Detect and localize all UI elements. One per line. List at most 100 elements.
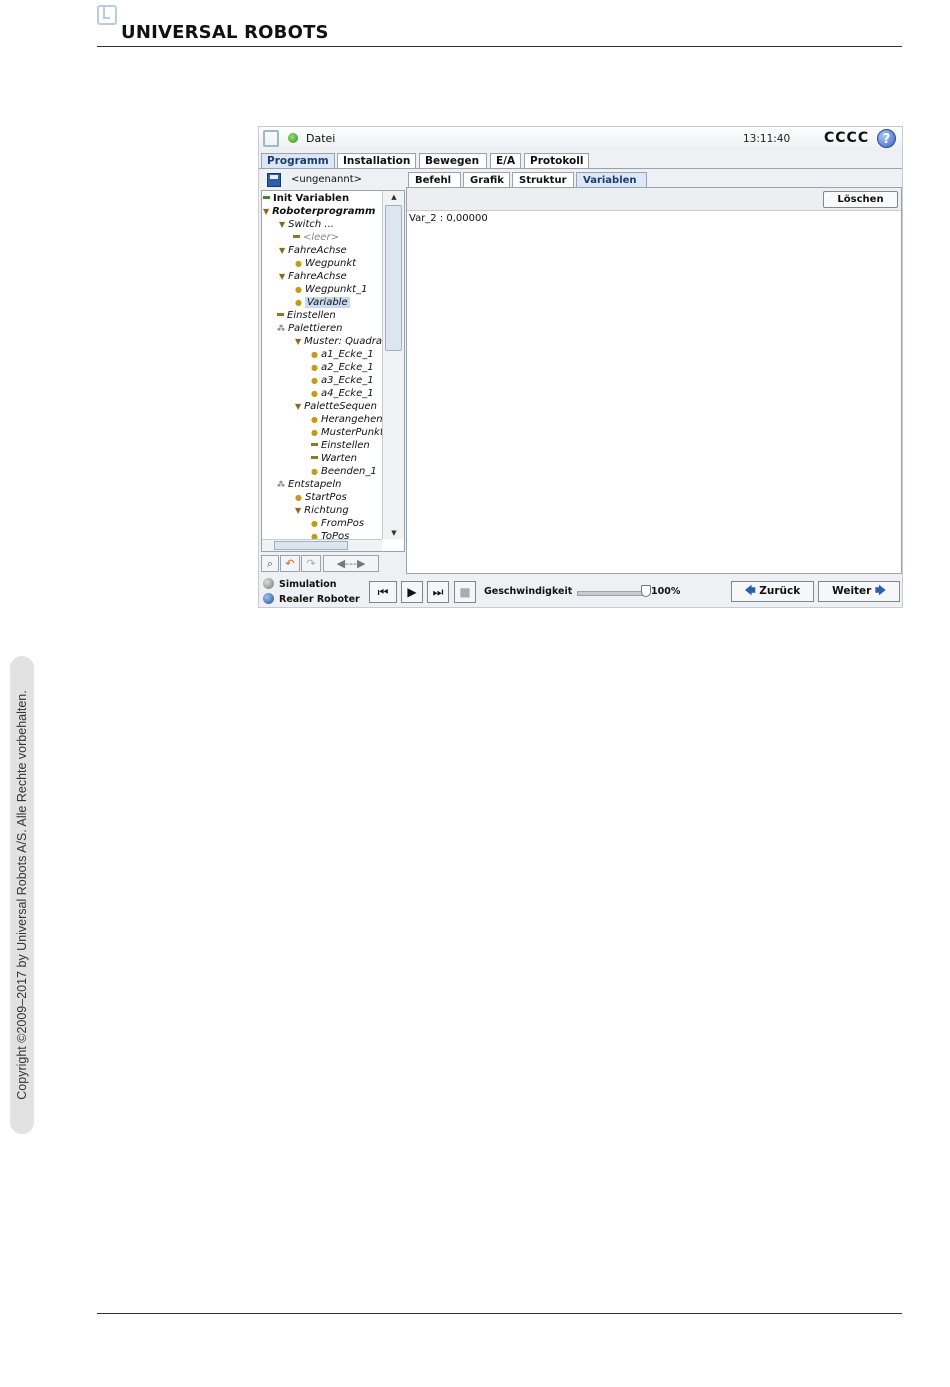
play-icon[interactable]: ▶ [401, 581, 423, 603]
mode-real-robot[interactable]: Realer Roboter [263, 593, 360, 607]
command-icon [311, 443, 318, 446]
tab-bewegen[interactable]: Bewegen [419, 153, 487, 168]
program-tree-panel: <ungenannt> Init Variablen ▼ Roboterprogr… [261, 171, 405, 573]
tree-item-approach[interactable]: ● Herangehen [311, 413, 383, 426]
rewind-icon[interactable]: ⏮ [369, 581, 397, 603]
tab-befehl[interactable]: Befehl [408, 172, 461, 187]
tab-divider [259, 168, 902, 169]
tree-item-wait[interactable]: Warten [311, 452, 357, 465]
universal-robots-logo: UNIVERSAL ROBOTS [97, 5, 329, 43]
tab-programm[interactable]: Programm [261, 153, 335, 168]
arrow-right-icon: 🡆 [875, 585, 886, 597]
tree-item-palletizing[interactable]: ⁂ Palettieren [277, 322, 342, 335]
folder-expanded-icon: ▼ [279, 246, 286, 255]
robot-status-icon [288, 133, 298, 143]
tree-item-pattern-point[interactable]: ● MusterPunkt [311, 426, 384, 439]
search-icon[interactable]: ⌕ [261, 555, 279, 572]
tree-item-set[interactable]: Einstellen [277, 309, 336, 322]
tree-item-corner[interactable]: ● a2_Ecke_1 [311, 361, 374, 374]
stop-icon[interactable]: ■ [454, 581, 476, 603]
clock: 13:11:40 [743, 133, 791, 145]
scroll-down-icon[interactable]: ▼ [383, 527, 404, 539]
robot-name: CCCC [824, 130, 870, 146]
waypoint-icon: ● [311, 428, 318, 437]
brand-name: UNIVERSAL ROBOTS [121, 22, 329, 43]
back-button[interactable]: 🡄 Zurück [731, 581, 814, 602]
tree-item-destacking[interactable]: ⁂ Entstapeln [277, 478, 341, 491]
waypoint-icon: ● [311, 467, 318, 476]
help-icon[interactable]: ? [877, 129, 896, 148]
undo-icon[interactable]: ↶ [280, 555, 300, 572]
tree-item-set[interactable]: Einstellen [311, 439, 370, 452]
header-rule [97, 46, 902, 47]
mode-simulation[interactable]: Simulation [263, 578, 337, 592]
step-icon[interactable]: ⏭ [427, 581, 449, 603]
init-icon [263, 196, 270, 199]
tab-installation[interactable]: Installation [337, 153, 416, 168]
tab-struktur[interactable]: Struktur [512, 172, 574, 187]
move-node-icon[interactable]: ◀---▶ [323, 555, 379, 572]
waypoint-icon: ● [295, 298, 302, 307]
pallet-icon: ⁂ [277, 324, 285, 333]
tree-vertical-scrollbar[interactable]: ▲ ▼ [382, 191, 404, 539]
speed-slider[interactable] [577, 591, 649, 596]
tree-horizontal-scrollbar[interactable] [262, 539, 382, 551]
ur-logo-icon [263, 130, 279, 147]
tree-item-waypoint[interactable]: ● Wegpunkt_1 [295, 283, 367, 296]
variables-toolbar: Löschen [407, 188, 901, 211]
redo-icon[interactable]: ↷ [301, 555, 321, 572]
program-tree: Init Variablen ▼ Roboterprogramm ▼ Switch … [261, 190, 405, 552]
speed-slider-knob[interactable] [641, 585, 651, 597]
waypoint-icon: ● [311, 389, 318, 398]
tree-item-pallet-sequence[interactable]: ▼ PaletteSequen [295, 400, 377, 413]
tree-item-waypoint[interactable]: ● Wegpunkt [295, 257, 356, 270]
copyright-strip: Copyright ©2009–2017 by Universal Robots… [10, 656, 34, 1134]
footer-rule [97, 1313, 902, 1314]
title-bar: Datei 13:11:40 CCCC ? [259, 127, 902, 151]
tree-item-switch[interactable]: ▼ Switch ... [279, 218, 334, 231]
arrow-left-icon: 🡄 [744, 585, 756, 597]
waypoint-icon: ● [311, 519, 318, 528]
tree-item-from-pos[interactable]: ● FromPos [311, 517, 364, 530]
tree-item-movej[interactable]: ▼ FahreAchse [279, 270, 347, 283]
tree-item-corner[interactable]: ● a1_Ecke_1 [311, 348, 374, 361]
tree-item-exit[interactable]: ● Beenden_1 [311, 465, 377, 478]
tab-protokoll[interactable]: Protokoll [524, 153, 589, 168]
tree-item-corner[interactable]: ● a3_Ecke_1 [311, 374, 374, 387]
bottom-bar: Simulation Realer Roboter ⏮ ▶ ⏭ ■ Geschw… [259, 577, 902, 607]
scroll-up-icon[interactable]: ▲ [383, 191, 404, 203]
tree-toolbar: ⌕ ↶ ↷ ◀---▶ [261, 555, 405, 573]
speed-label: Geschwindigkeit [484, 586, 573, 597]
tab-ea[interactable]: E/A [490, 153, 521, 168]
tree-item-variable[interactable]: ● Variable [295, 296, 350, 309]
file-menu[interactable]: Datei [306, 132, 335, 145]
tree-item-empty[interactable]: <leer> [293, 231, 339, 244]
tab-variablen[interactable]: Variablen [576, 172, 647, 187]
speed-value: 100% [651, 586, 681, 597]
command-icon [311, 456, 318, 459]
program-filename: <ungenannt> [291, 174, 362, 185]
tab-grafik[interactable]: Grafik [463, 172, 510, 187]
scroll-thumb[interactable] [385, 205, 402, 351]
waypoint-icon: ● [311, 350, 318, 359]
waypoint-icon: ● [295, 285, 302, 294]
clear-button[interactable]: Löschen [823, 191, 898, 208]
save-icon[interactable] [267, 173, 281, 187]
scroll-thumb[interactable] [274, 541, 348, 550]
next-button[interactable]: Weiter 🡆 [818, 581, 900, 602]
folder-expanded-icon: ▼ [279, 272, 286, 281]
tree-item-direction[interactable]: ▼ Richtung [295, 504, 349, 517]
tree-item-init-variables[interactable]: Init Variablen [263, 192, 349, 205]
tree-item-pattern[interactable]: ▼ Muster: Quadra [295, 335, 382, 348]
tree-item-robot-program[interactable]: ▼ Roboterprogramm [263, 205, 375, 218]
command-icon [293, 235, 300, 238]
tree-item-start-pos[interactable]: ● StartPos [295, 491, 347, 504]
waypoint-icon: ● [311, 415, 318, 424]
command-icon [277, 313, 284, 316]
tree-item-movej[interactable]: ▼ FahreAchse [279, 244, 347, 257]
tree-item-corner[interactable]: ● a4_Ecke_1 [311, 387, 374, 400]
ur-logo-icon [97, 5, 117, 25]
waypoint-icon: ● [311, 376, 318, 385]
radio-icon [263, 593, 274, 604]
pallet-icon: ⁂ [277, 480, 285, 489]
